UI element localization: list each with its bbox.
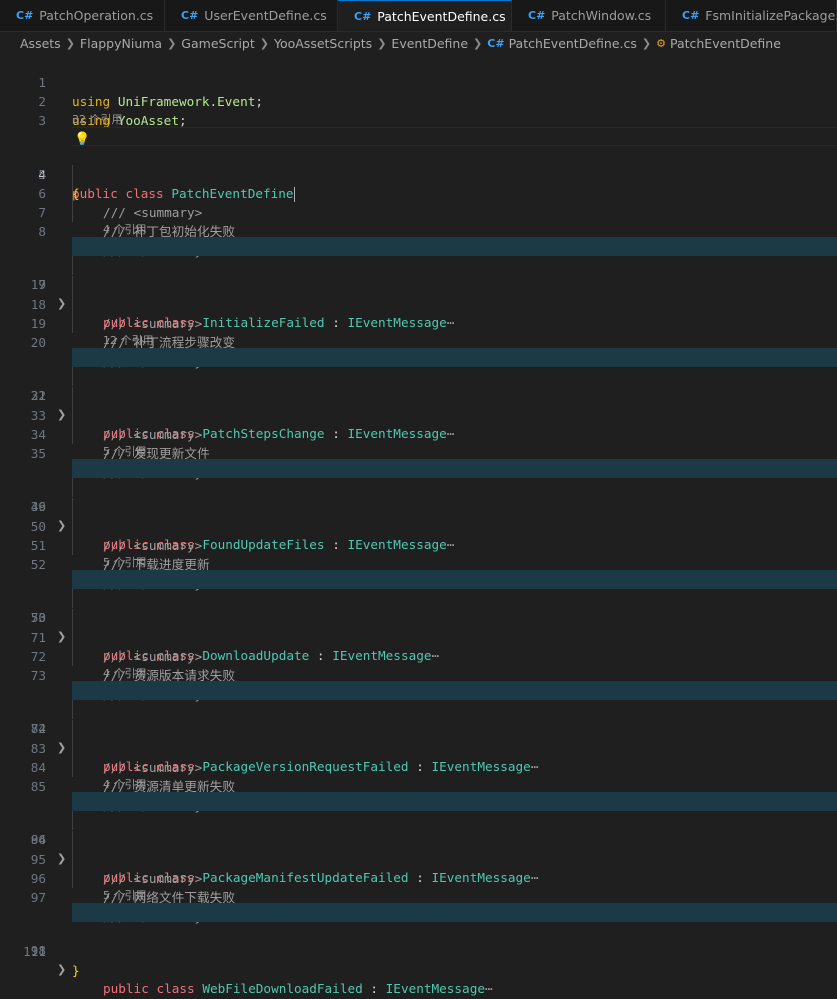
code-line: 94	[0, 811, 837, 847]
reference-count[interactable]: 4 个引用	[103, 777, 147, 793]
line-number: 111	[23, 944, 46, 959]
tab-bar: C# PatchOperation.cs C# UserEventDefine.…	[0, 0, 837, 32]
breadcrumb: Assets ❯ FlappyNiuma ❯ GameScript ❯ YooA…	[0, 31, 837, 55]
reference-count[interactable]: 4 个引用	[103, 666, 147, 682]
breadcrumb-item[interactable]: Assets	[20, 36, 61, 51]
chevron-right-icon[interactable]: ❯	[57, 960, 66, 979]
code-line: 17	[0, 256, 837, 292]
folded-highlight	[72, 459, 837, 478]
reference-count[interactable]: 5 个引用	[103, 444, 147, 460]
code-line: 86 ❯ public class PackageManifestUpdateF…	[0, 792, 837, 885]
tab-label: PatchOperation.cs	[39, 8, 154, 23]
csharp-file-icon: C#	[354, 9, 372, 23]
chevron-right-icon: ❯	[259, 36, 269, 50]
tab-label: PatchEventDefine.cs	[377, 8, 506, 24]
folded-highlight	[72, 903, 837, 922]
keyword: class	[156, 981, 195, 996]
code-line: 5 {	[0, 146, 837, 201]
code-editor[interactable]: 1 using UniFramework.Event; 2 using YooA…	[0, 54, 837, 996]
tab-patcheventdefine[interactable]: C# PatchEventDefine.cs ✕	[338, 0, 531, 31]
chevron-right-icon: ❯	[167, 36, 177, 50]
breadcrumb-item[interactable]: FlappyNiuma	[80, 36, 162, 51]
csharp-file-icon: C#	[181, 9, 199, 22]
code-line: 111 }	[0, 923, 837, 978]
folded-ellipsis[interactable]: ⋯	[485, 981, 493, 996]
csharp-file-icon: C#	[682, 9, 700, 22]
code-line: 9 ❯ public class InitializeFailed : IEve…	[0, 237, 837, 330]
chevron-right-icon: ❯	[377, 36, 387, 50]
reference-count[interactable]: 32 个引用	[72, 112, 123, 128]
brace: }	[72, 963, 80, 978]
tab-fsminitializepackage[interactable]: C# FsmInitializePackage.cs	[666, 0, 837, 31]
class-symbol-icon: ⚙	[656, 36, 666, 50]
csharp-file-icon: C#	[16, 9, 34, 22]
tab-patchoperation[interactable]: C# PatchOperation.cs	[0, 0, 165, 31]
tab-label: PatchWindow.cs	[551, 8, 652, 23]
chevron-right-icon: ❯	[65, 36, 75, 50]
code-line: 1 using UniFramework.Event;	[0, 54, 837, 109]
code-line: 19 /// 补丁流程步骤改变	[0, 295, 837, 350]
line-content: public class WebFileDownloadFailed : IEv…	[103, 981, 493, 996]
keyword: public	[103, 981, 149, 996]
reference-count[interactable]: 5 个引用	[103, 888, 147, 904]
code-line: 34 /// 发现更新文件	[0, 406, 837, 461]
breadcrumb-item[interactable]: YooAssetScripts	[274, 36, 372, 51]
code-line: 98 ❯ public class WebFileDownloadFailed …	[0, 903, 837, 996]
csharp-file-icon: C#	[528, 9, 546, 22]
code-line: 51 /// 下载进度更新	[0, 517, 837, 572]
code-line: 6 /// <summary>	[0, 165, 837, 220]
code-line: 36 ❯ public class FoundUpdateFiles : IEv…	[0, 459, 837, 552]
breadcrumb-item[interactable]: GameScript	[181, 36, 254, 51]
code-line: 18 /// <summary>	[0, 276, 837, 331]
reference-count[interactable]: 5 个引用	[103, 555, 147, 571]
code-line: 21 ❯ public class PatchStepsChange : IEv…	[0, 348, 837, 441]
code-line: 73 /// </summary>	[0, 647, 837, 702]
class-name: WebFileDownloadFailed	[202, 981, 363, 996]
code-line: 72 /// 资源版本请求失败	[0, 628, 837, 683]
reference-count[interactable]: 12 个引用	[103, 333, 154, 349]
folded-highlight	[72, 681, 837, 700]
tab-usereventdefine[interactable]: C# UserEventDefine.cs	[165, 0, 338, 31]
code-line: 97 /// </summary>	[0, 869, 837, 924]
code-line: 95 /// <summary>	[0, 831, 837, 886]
code-line: 83 /// <summary>	[0, 720, 837, 775]
code-line: 7 /// 补丁包初始化失败	[0, 184, 837, 239]
csharp-file-icon: C#	[487, 36, 505, 50]
code-line: 3 💡	[0, 92, 837, 147]
code-line: 35 /// </summary>	[0, 425, 837, 480]
chevron-right-icon: ❯	[473, 36, 483, 50]
code-line: 70	[0, 589, 837, 625]
code-line: 20 /// </summary>	[0, 314, 837, 369]
chevron-right-icon: ❯	[641, 36, 652, 50]
code-line: 32	[0, 367, 837, 403]
tab-label: UserEventDefine.cs	[204, 8, 327, 23]
code-line: 49	[0, 478, 837, 514]
code-line: 52 /// </summary>	[0, 536, 837, 591]
breadcrumb-item[interactable]: PatchEventDefine	[670, 36, 781, 51]
folded-highlight	[72, 570, 837, 589]
code-line: 82	[0, 700, 837, 736]
code-line: 85 /// </summary>	[0, 758, 837, 813]
code-line: 96 /// 网络文件下载失败	[0, 850, 837, 905]
interface-name: IEventMessage	[385, 981, 485, 996]
folded-highlight	[72, 237, 837, 256]
code-line: 2 using YooAsset;	[0, 73, 837, 128]
breadcrumb-item[interactable]: PatchEventDefine.cs	[509, 36, 637, 51]
namespace: YooAsset	[117, 113, 179, 128]
code-line: 50 /// <summary>	[0, 498, 837, 553]
breadcrumb-item[interactable]: EventDefine	[391, 36, 468, 51]
code-line: 8 /// </summary>	[0, 203, 837, 258]
folded-highlight	[72, 792, 837, 811]
tab-label: FsmInitializePackage.cs	[705, 8, 837, 23]
code-line: 33 /// <summary>	[0, 387, 837, 442]
code-line: 53 ❯ public class DownloadUpdate : IEven…	[0, 570, 837, 663]
code-line: 74 ❯ public class PackageVersionRequestF…	[0, 681, 837, 774]
folded-highlight	[72, 348, 837, 367]
reference-count[interactable]: 4 个引用	[103, 222, 147, 238]
code-line: 84 /// 资源清单更新失败	[0, 739, 837, 794]
code-line: 71 /// <summary>	[0, 609, 837, 664]
code-line: 4 public class PatchEventDefine	[0, 127, 837, 202]
tab-patchwindow[interactable]: C# PatchWindow.cs	[512, 0, 666, 31]
